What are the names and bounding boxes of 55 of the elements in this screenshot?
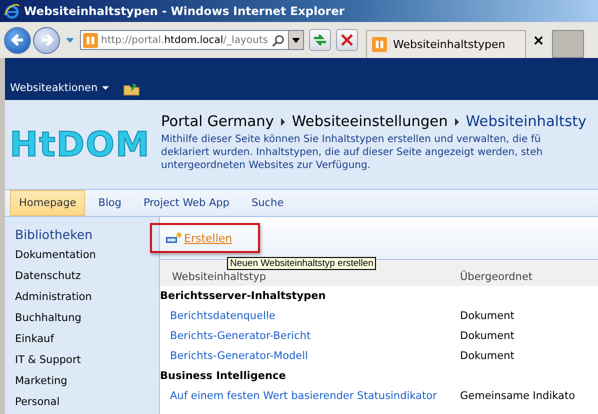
table-cell: Dokument [460,350,514,362]
close-icon[interactable] [534,36,543,44]
address-dropdown-button[interactable] [288,31,303,49]
description-line: Mithilfe dieser Seite können Sie Inhaltstypen erstellen und verwalten, die fü [161,132,542,146]
stop-icon [339,32,355,48]
refresh-button[interactable] [309,29,331,51]
site-favicon-icon [372,37,387,52]
window-title: Websiteinhaltstypen - Windows Internet Explorer [24,4,345,18]
back-button[interactable] [4,26,31,54]
tooltip: Neuen Websiteinhaltstyp erstellen [227,257,376,270]
table-cell: Dokument [460,330,514,342]
caret-icon [102,86,109,90]
nav-tab[interactable]: Suche [242,190,293,216]
content-type-link[interactable]: Berichts-Generator-Bericht [160,330,460,342]
sidebar-item[interactable]: Datenschutz [15,266,159,287]
sidebar-item[interactable]: Administration [15,287,159,308]
breadcrumb-item[interactable]: Portal Germany [161,114,274,130]
breadcrumb-separator-icon [280,118,285,126]
sidebar-item[interactable]: Dokumentation [15,245,159,266]
refresh-icon [312,32,328,48]
sidebar-heading[interactable]: Bibliotheken [15,225,159,245]
caret-icon [292,38,300,42]
nav-tab[interactable]: Project Web App [134,190,238,216]
column-header[interactable]: Übergeordnet [460,271,533,283]
stop-button[interactable] [336,29,358,51]
history-dropdown-icon[interactable] [66,38,74,42]
browser-logo-icon [4,3,20,19]
search-icon[interactable] [272,34,285,46]
group-heading: Business Intelligence [160,369,287,384]
nav-tab[interactable]: Homepage [10,190,86,216]
breadcrumb-separator-icon [454,118,459,126]
content-type-link[interactable]: Berichtsdatenquelle [160,310,460,322]
column-header[interactable]: Websiteinhaltstyp [160,271,460,283]
sidebar-item[interactable]: Personal [15,392,159,413]
sidebar-item[interactable]: IT & Support [15,350,159,371]
new-item-icon [166,232,182,244]
browser-tab[interactable]: Websiteinhaltstypen [366,30,526,58]
site-actions-menu[interactable]: Websiteaktionen [10,82,109,94]
breadcrumb-item: Websiteinhaltsty [466,114,586,130]
address-field[interactable]: http://portal.htdom.local/_layouts [80,30,304,50]
forward-button[interactable] [33,26,60,54]
sidebar-item[interactable]: Buchhaltung [15,308,159,329]
breadcrumb-item[interactable]: Websiteeinstellungen [292,114,448,130]
group-heading: Berichtsserver-Inhaltstypen [160,289,327,304]
site-favicon-icon [83,32,98,48]
sidebar-item[interactable]: Marketing [15,371,159,392]
table-cell: Gemeinsame Indikato [460,390,575,402]
sidebar-item[interactable]: Einkauf [15,329,159,350]
description-line: deklariert wurden. Inhaltstypen, die auf dieser Seite angezeigt werden, steh [161,146,544,158]
description-line: untergeordneten Websites zur Verfügung. [161,158,372,172]
content-type-link[interactable]: Auf einem festen Wert basierender Statusindikator [160,390,460,402]
content-type-link[interactable]: Berichts-Generator-Modell [160,350,460,362]
nav-tab[interactable]: Blog [89,190,130,216]
table-cell: Dokument [460,310,514,322]
company-logo: HtDOM [8,124,152,164]
